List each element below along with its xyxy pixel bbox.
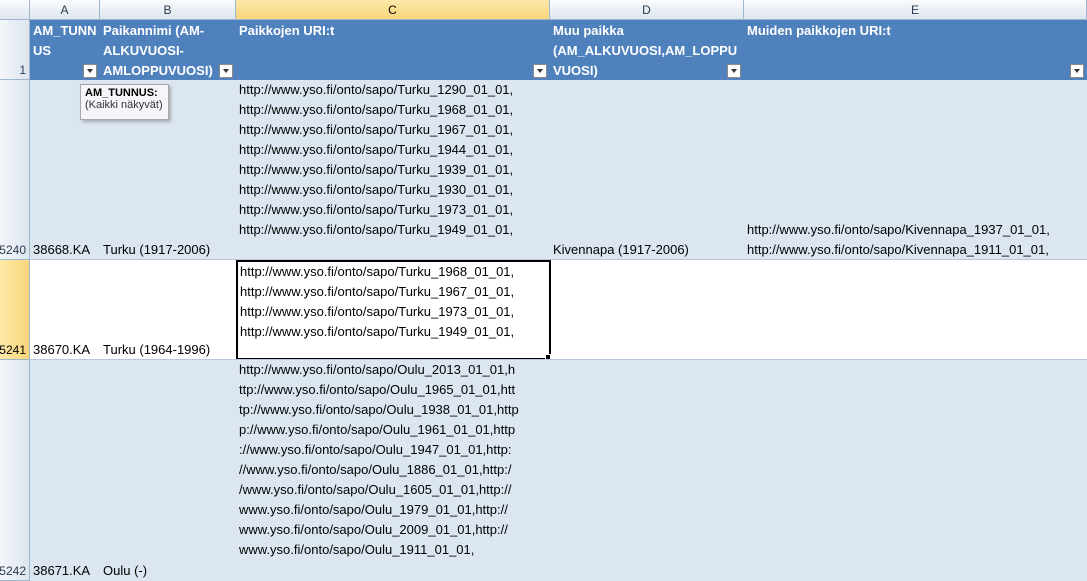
uri-line: http://www.yso.fi/onto/sapo/Turku_1967_0…	[240, 284, 515, 299]
header-line: Paikannimi (AM-	[103, 23, 205, 38]
column-header-d[interactable]: D	[550, 0, 744, 20]
uri-line: tp://www.yso.fi/onto/sapo/Oulu_1938_01_0…	[239, 402, 519, 417]
column-header-b[interactable]: B	[100, 0, 236, 20]
header-paikannimi: Paikannimi (AM- ALKUVUOSI- AMLOPPUVUOSI)	[100, 20, 236, 80]
filter-dropdown-icon[interactable]	[1070, 64, 1084, 78]
uri-line: http://www.yso.fi/onto/sapo/Turku_1290_0…	[239, 82, 514, 97]
header-paikkojen-urit: Paikkojen URI:t	[236, 20, 550, 80]
uri-line: http://www.yso.fi/onto/sapo/Turku_1968_0…	[239, 102, 514, 117]
header-line: AMLOPPUVUOSI)	[103, 63, 213, 78]
uri-line: http://www.yso.fi/onto/sapo/Turku_1973_0…	[240, 304, 515, 319]
cell-c5242[interactable]: http://www.yso.fi/onto/sapo/Oulu_2013_01…	[236, 360, 550, 581]
row-header-5242[interactable]: 5242	[0, 360, 30, 581]
spreadsheet-grid: A B C D E 1 5240 5241 5242 AM_TUNN US Pa…	[0, 0, 1087, 581]
uri-line: ttp://www.yso.fi/onto/sapo/Oulu_1965_01_…	[239, 382, 516, 397]
cell-c5240[interactable]: http://www.yso.fi/onto/sapo/Turku_1290_0…	[236, 80, 550, 260]
uri-line: www.yso.fi/onto/sapo/Oulu_2009_01_01,htt…	[239, 522, 508, 537]
header-line: Muiden paikkojen URI:t	[747, 23, 891, 38]
row-number: 5241	[0, 343, 26, 357]
uri-line: www.yso.fi/onto/sapo/Oulu_1911_01_01,	[239, 542, 475, 557]
header-muiden-paikkojen-urit: Muiden paikkojen URI:t	[744, 20, 1087, 80]
filter-dropdown-icon[interactable]	[219, 64, 233, 78]
header-line: AM_TUNN	[33, 23, 97, 38]
cell-d5242[interactable]	[550, 360, 744, 581]
uri-line: http://www.yso.fi/onto/sapo/Kivennapa_19…	[747, 222, 1050, 237]
header-line: (AM_ALKUVUOSI,AM_LOPPU	[553, 43, 738, 58]
tooltip-title: AM_TUNNUS:	[85, 87, 158, 99]
select-all-corner[interactable]	[0, 0, 30, 20]
uri-line: http://www.yso.fi/onto/sapo/Oulu_2013_01…	[239, 362, 516, 377]
header-am-tunnus: AM_TUNN US	[30, 20, 100, 80]
row-header-1[interactable]: 1	[0, 20, 30, 80]
uri-line: www.yso.fi/onto/sapo/Oulu_1979_01_01,htt…	[239, 502, 508, 517]
header-line: Muu paikka	[553, 23, 624, 38]
filter-dropdown-icon[interactable]	[727, 64, 741, 78]
uri-line: http://www.yso.fi/onto/sapo/Turku_1949_0…	[240, 324, 515, 339]
header-line: ALKUVUOSI-	[103, 43, 184, 58]
cell-e5240[interactable]: http://www.yso.fi/onto/sapo/Kivennapa_19…	[744, 80, 1087, 260]
header-line: US	[33, 43, 52, 58]
uri-line: http://www.yso.fi/onto/sapo/Turku_1930_0…	[239, 182, 514, 197]
cell-d5241[interactable]	[550, 260, 744, 360]
row-divider	[30, 359, 1087, 360]
cell-text: 38668.KA	[33, 242, 91, 257]
cell-text: Oulu (-)	[103, 563, 148, 578]
uri-line: http://www.yso.fi/onto/sapo/Turku_1949_0…	[239, 222, 514, 237]
column-header-e[interactable]: E	[744, 0, 1087, 20]
uri-line: ://www.yso.fi/onto/sapo/Oulu_1947_01_01,…	[239, 442, 512, 457]
header-line: Paikkojen URI:t	[239, 23, 335, 38]
cell-e5242[interactable]	[744, 360, 1087, 581]
filter-dropdown-icon[interactable]	[533, 64, 547, 78]
cell-e5241[interactable]	[744, 260, 1087, 360]
uri-line: //www.yso.fi/onto/sapo/Oulu_1886_01_01,h…	[239, 462, 512, 477]
cell-text: 38670.KA	[33, 342, 91, 357]
row-header-5241[interactable]: 5241	[0, 260, 30, 360]
cell-text: Kivennapa (1917-2006)	[553, 242, 689, 257]
row-divider	[30, 259, 1087, 260]
cell-text: Turku (1917-2006)	[103, 242, 211, 257]
uri-line: http://www.yso.fi/onto/sapo/Turku_1968_0…	[240, 264, 515, 279]
cell-text: Turku (1964-1996)	[103, 342, 211, 357]
uri-line: http://www.yso.fi/onto/sapo/Kivennapa_19…	[747, 242, 1049, 257]
uri-line: http://www.yso.fi/onto/sapo/Turku_1973_0…	[239, 202, 514, 217]
cell-b5242[interactable]: Oulu (-)	[100, 360, 236, 581]
cell-d5240[interactable]: Kivennapa (1917-2006)	[550, 80, 744, 260]
cell-a5241[interactable]: 38670.KA	[30, 260, 100, 360]
cell-text: 38671.KA	[33, 563, 91, 578]
tooltip-text: (Kaikki näkyvät)	[85, 99, 163, 111]
header-muu-paikka: Muu paikka (AM_ALKUVUOSI,AM_LOPPU VUOSI)	[550, 20, 744, 80]
cell-a5242[interactable]: 38671.KA	[30, 360, 100, 581]
uri-line: http://www.yso.fi/onto/sapo/Turku_1939_0…	[239, 162, 514, 177]
row-header-5240[interactable]: 5240	[0, 80, 30, 260]
uri-line: p://www.yso.fi/onto/sapo/Oulu_1961_01_01…	[239, 422, 516, 437]
cell-c5241-active[interactable]: http://www.yso.fi/onto/sapo/Turku_1968_0…	[236, 260, 551, 360]
cell-b5241[interactable]: Turku (1964-1996)	[100, 260, 236, 360]
header-line: VUOSI)	[553, 63, 598, 78]
row-number: 5242	[0, 564, 26, 578]
filter-dropdown-icon[interactable]	[83, 64, 97, 78]
column-header-a[interactable]: A	[30, 0, 100, 20]
column-header-c[interactable]: C	[236, 0, 550, 20]
uri-line: http://www.yso.fi/onto/sapo/Turku_1967_0…	[239, 122, 514, 137]
uri-line: /www.yso.fi/onto/sapo/Oulu_1605_01_01,ht…	[239, 482, 512, 497]
uri-line: http://www.yso.fi/onto/sapo/Turku_1944_0…	[239, 142, 514, 157]
filter-tooltip: AM_TUNNUS: (Kaikki näkyvät)	[80, 84, 169, 120]
row-number: 1	[19, 63, 26, 77]
row-number: 5240	[0, 243, 26, 257]
